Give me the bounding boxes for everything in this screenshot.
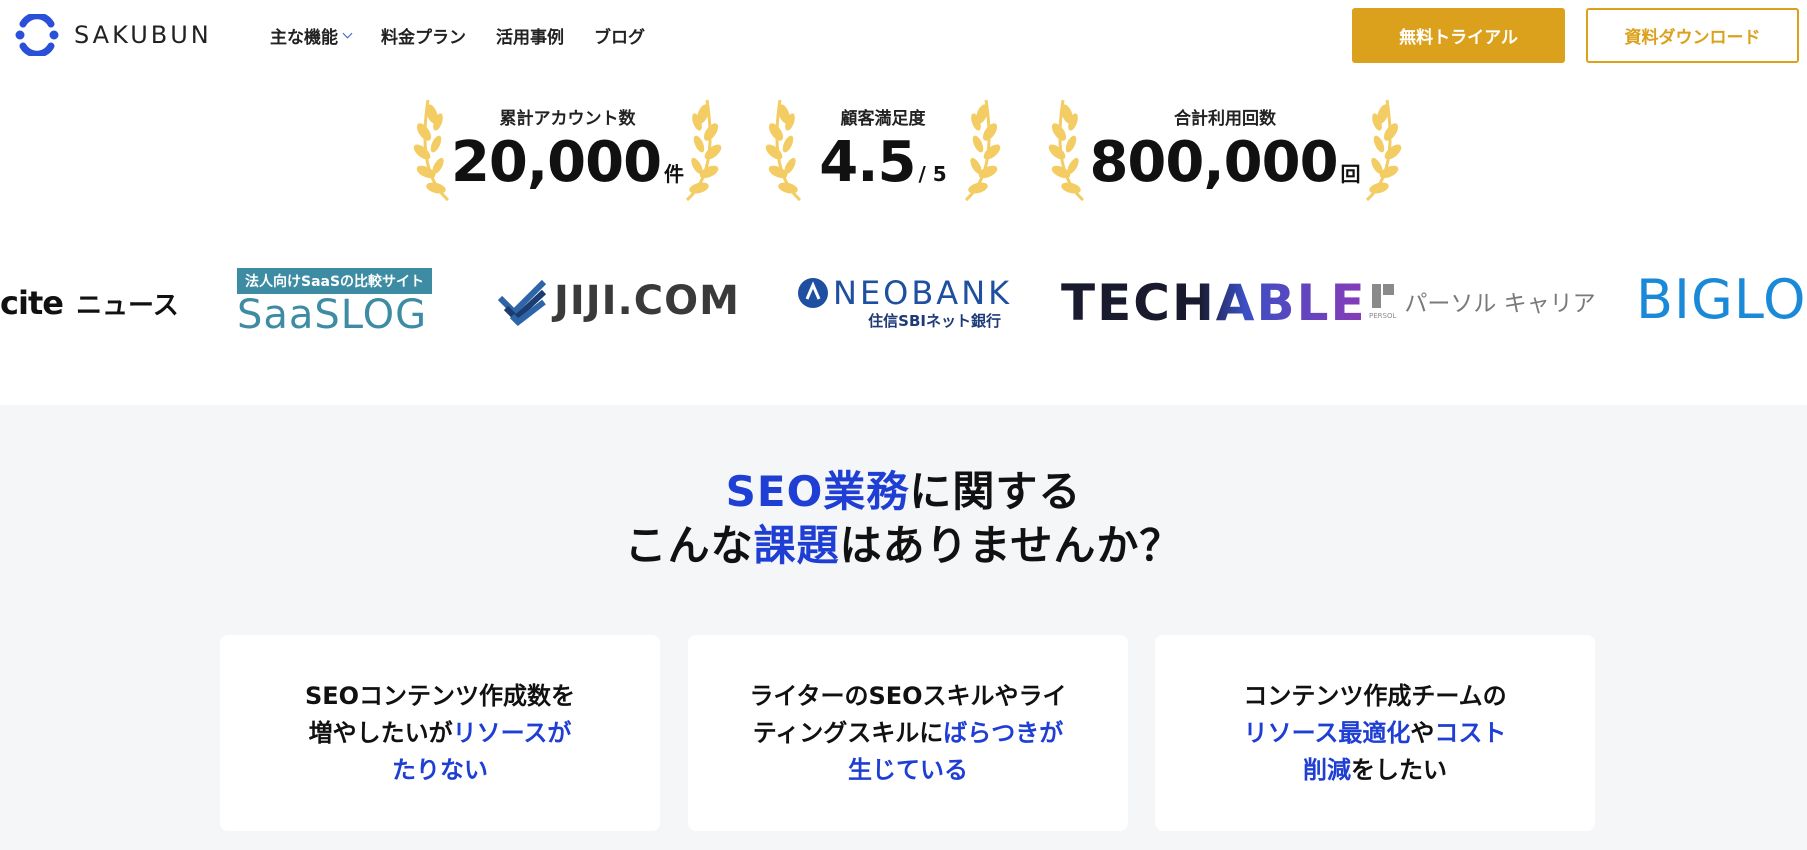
stat-label: 合計利用回数 [1174, 109, 1276, 129]
problem-heading-line2: こんな課題はありませんか？ [0, 519, 1807, 573]
card-line: 増やしたいが [308, 718, 453, 747]
persol-mark-icon [1371, 284, 1394, 308]
stat-unit: 件 [664, 162, 685, 186]
nav-blog-label: ブログ [594, 28, 645, 48]
card-line: をしたい [1351, 755, 1447, 784]
stat-value: 4.5/ 5 [762, 130, 1004, 195]
sakubun-logo[interactable]: SAKUBUN [14, 14, 212, 56]
neobank-mark-icon [798, 278, 828, 308]
free-trial-button[interactable]: 無料トライアル [1352, 8, 1565, 63]
stat-label: 顧客満足度 [840, 109, 926, 129]
card-highlight: 削減 [1303, 755, 1351, 784]
nav-pricing-label: 料金プラン [381, 28, 466, 48]
techable-wordmark: TECHABLE [1061, 274, 1367, 332]
card-text: ライターのSEOスキルやライ ティングスキルにばらつきが 生じている [749, 678, 1066, 789]
stat-number: 20,000 [450, 130, 662, 195]
card-line: ライターのSEOスキルやライ [749, 681, 1067, 710]
card-text: コンテンツ作成チームの リソース最適化やコスト 削減をしたい [1243, 678, 1506, 789]
client-logos-strip: cite ニュース 法人向けSaaSの比較サイト SaaSLOG JIJI.CO… [0, 248, 1807, 358]
card-highlight: リソースが [452, 718, 572, 747]
card-line: や [1410, 718, 1435, 747]
neobank-subtitle: 住信SBIネット銀行 [868, 312, 1001, 330]
stat-accounts: 累計アカウント数 20,000 件 [410, 92, 725, 207]
download-materials-button[interactable]: 資料ダウンロード [1586, 8, 1799, 63]
card-highlight: 生じている [848, 755, 968, 784]
nav-pricing[interactable]: 料金プラン [381, 23, 466, 48]
chevron-down-icon [342, 28, 353, 39]
stat-usage: 合計利用回数 800,000 回 [1045, 92, 1405, 207]
logo-text: SAKUBUN [74, 21, 212, 49]
excite-news-logo: cite ニュース [0, 284, 179, 322]
problem-heading-line1: SEO業務に関する [0, 465, 1807, 519]
problem-heading: SEO業務に関する こんな課題はありませんか？ [0, 465, 1807, 573]
heading-text: に関する [909, 467, 1082, 516]
card-highlight: たりない [392, 755, 488, 784]
site-header: SAKUBUN 主な機能 料金プラン 活用事例 ブログ 無料トライアル 資料ダウ… [0, 0, 1807, 72]
stat-value: 800,000 回 [1045, 130, 1405, 195]
excite-logo-text: cite [0, 284, 64, 322]
stat-unit: / 5 [918, 162, 947, 186]
stat-number: 800,000 [1089, 130, 1338, 195]
persol-wordmark: パーソル キャリア [1404, 291, 1596, 317]
excite-news-text: ニュース [76, 291, 179, 321]
persol-small-text: PERSOL [1369, 312, 1397, 320]
card-text: SEOコンテンツ作成数を 増やしたいがリソースが たりない [305, 678, 575, 789]
jiji-mark-icon [498, 279, 547, 326]
biglobe-logo: BIGLO [1636, 268, 1807, 331]
stat-value: 20,000 件 [410, 130, 725, 195]
card-line: コンテンツ作成チームの [1243, 681, 1507, 710]
nav-features[interactable]: 主な機能 [270, 23, 353, 48]
nav-blog[interactable]: ブログ [594, 23, 645, 48]
saaslog-wordmark: SaaSLOG [237, 292, 428, 338]
main-nav: 主な機能 料金プラン 活用事例 ブログ [270, 23, 645, 48]
card-line: SEOコンテンツ作成数を [304, 681, 576, 710]
problem-section: SEO業務に関する こんな課題はありませんか？ SEOコンテンツ作成数を 増やし… [0, 405, 1807, 850]
nav-cases-label: 活用事例 [496, 28, 564, 48]
heading-text: こんな [624, 521, 754, 570]
stat-unit: 回 [1340, 162, 1361, 186]
neobank-logo: NEOBANK 住信SBIネット銀行 [797, 274, 1012, 331]
card-highlight: コスト [1434, 718, 1507, 747]
stat-satisfaction: 顧客満足度 4.5/ 5 [762, 92, 1004, 207]
saaslog-logo: 法人向けSaaSの比較サイト SaaSLOG [237, 268, 433, 338]
nav-cases[interactable]: 活用事例 [496, 23, 564, 48]
heading-highlight: SEO業務 [725, 467, 910, 516]
heading-text: はありませんか？ [839, 521, 1183, 570]
stat-number: 4.5 [819, 130, 916, 195]
persol-career-logo: PERSOL パーソル キャリア [1369, 282, 1596, 320]
nav-features-label: 主な機能 [270, 28, 338, 48]
card-line: ティングスキルに [752, 718, 944, 747]
problem-card-resources: SEOコンテンツ作成数を 増やしたいがリソースが たりない [220, 635, 660, 831]
card-highlight: リソース最適化 [1243, 718, 1411, 747]
saaslog-tagline: 法人向けSaaSの比較サイト [237, 268, 433, 294]
biglobe-wordmark: BIGLO [1636, 268, 1807, 331]
heading-highlight: 課題 [753, 521, 840, 570]
problem-card-cost: コンテンツ作成チームの リソース最適化やコスト 削減をしたい [1155, 635, 1595, 831]
neobank-wordmark: NEOBANK [833, 274, 1013, 312]
stat-label: 累計アカウント数 [499, 109, 636, 129]
sakubun-logo-icon [15, 14, 59, 56]
biglobe-mascot-icon [1802, 270, 1807, 330]
problem-card-skills: ライターのSEOスキルやライ ティングスキルにばらつきが 生じている [688, 635, 1128, 831]
jiji-logo: JIJI.COM [498, 276, 740, 326]
card-highlight: ばらつきが [943, 718, 1064, 747]
techable-logo: TECHABLE [1061, 274, 1367, 332]
jiji-wordmark: JIJI.COM [554, 278, 740, 324]
